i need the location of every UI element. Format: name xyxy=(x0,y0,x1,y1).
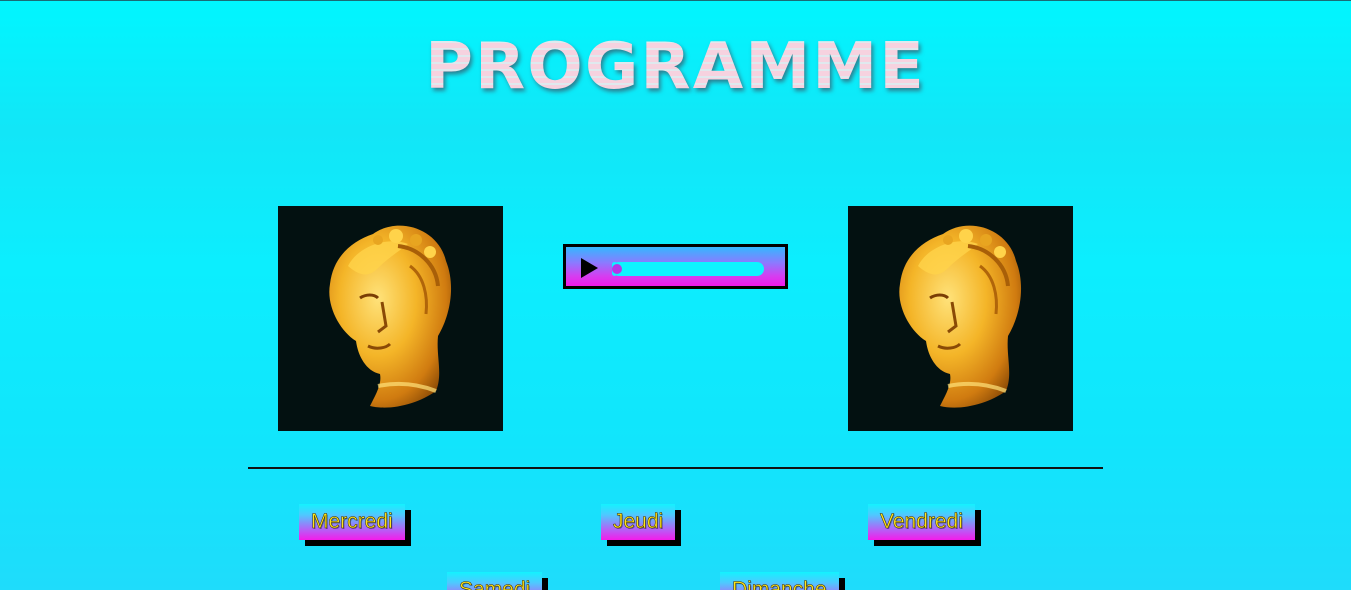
day-button-jeudi[interactable]: Jeudi xyxy=(601,504,676,540)
statue-image-left xyxy=(278,206,503,431)
day-button-mercredi[interactable]: Mercredi xyxy=(299,504,405,540)
golden-statue-bust-image xyxy=(899,225,1022,408)
day-button-vendredi[interactable]: Vendredi xyxy=(868,504,975,540)
golden-statue-bust-image xyxy=(329,225,452,408)
statue-image-right xyxy=(848,206,1073,431)
day-button-dimanche[interactable]: Dimanche xyxy=(720,572,839,590)
audio-player[interactable] xyxy=(563,244,788,289)
play-icon[interactable] xyxy=(581,258,598,278)
page-title: PROGRAMME xyxy=(425,30,926,104)
audio-progress-thumb[interactable] xyxy=(612,264,622,274)
day-button-samedi[interactable]: Samedi xyxy=(447,572,543,590)
page-header: PROGRAMME xyxy=(0,29,1351,105)
audio-progress-track[interactable] xyxy=(612,262,764,276)
section-divider xyxy=(248,467,1103,469)
